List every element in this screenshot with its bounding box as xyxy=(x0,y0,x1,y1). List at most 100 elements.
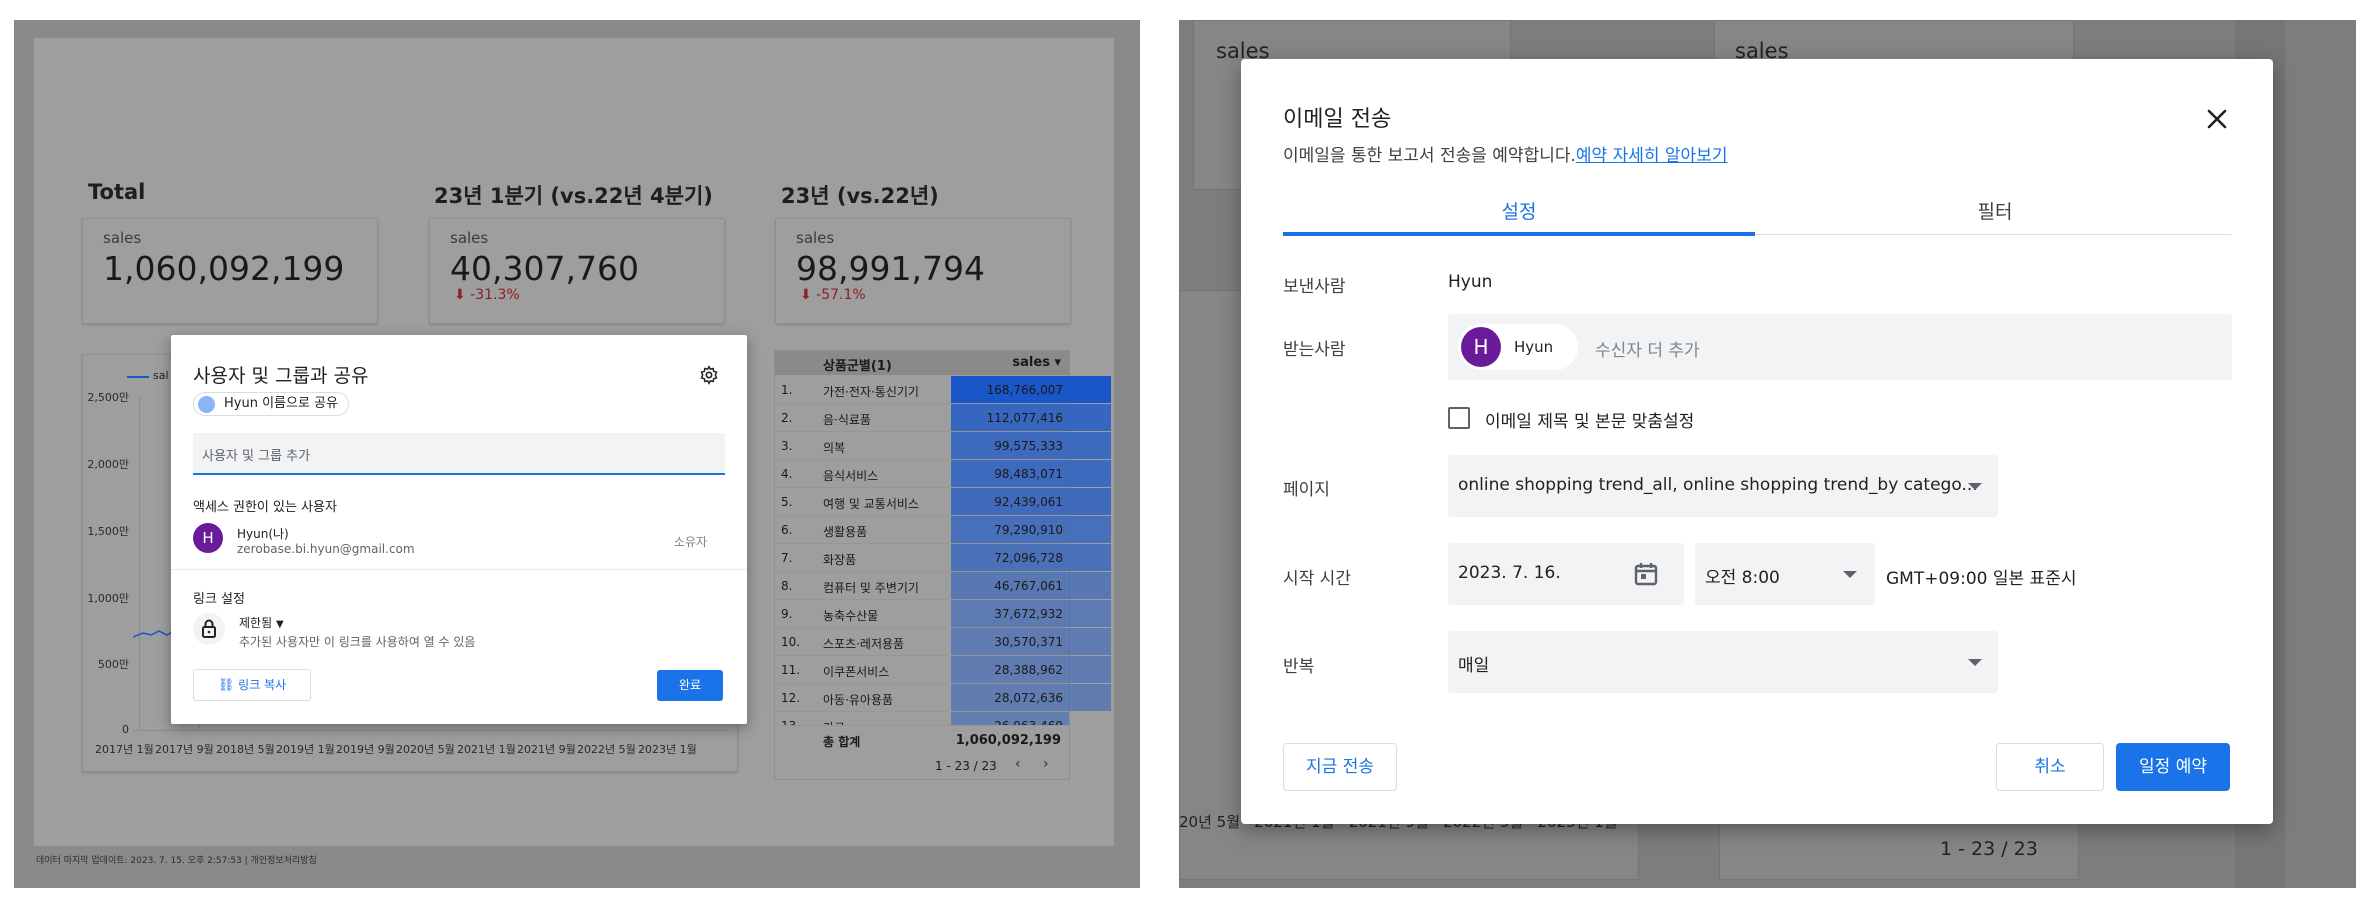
page-select[interactable]: online shopping trend_all, online shoppi… xyxy=(1448,455,1998,517)
row-number: 12. xyxy=(781,691,801,705)
kpi-heading-q1: 23년 1분기 (vs.22년 4분기) xyxy=(434,184,713,208)
row-category: 스포츠·레저용품 xyxy=(823,637,905,651)
y-tick: 2,500만 xyxy=(87,391,129,404)
repeat-label: 반복 xyxy=(1283,657,1315,677)
kpi-label: sales xyxy=(103,229,142,247)
row-number: 5. xyxy=(781,495,793,509)
kpi-heading-total: Total xyxy=(88,180,146,204)
row-value: 30,570,371 xyxy=(994,635,1063,649)
table-row[interactable]: 3. 의복 99,575,333 xyxy=(775,432,1111,460)
customize-email-checkbox[interactable] xyxy=(1448,407,1470,429)
tab-filter[interactable]: 필터 xyxy=(1759,197,2231,237)
recipient-name: Hyun xyxy=(1514,338,1554,356)
row-category: 음·식료품 xyxy=(823,413,871,427)
row-number: 13. xyxy=(781,719,801,726)
row-value: 112,077,416 xyxy=(986,411,1063,425)
category-sales-table[interactable]: 상품군별(1) sales ▾ 1. 가전·전자·통신기기 168,766,007 2… xyxy=(774,350,1111,780)
table-row[interactable]: 2. 음·식료품 112,077,416 xyxy=(775,404,1111,432)
left-report-view: Total 23년 1분기 (vs.22년 4분기) 23년 (vs.22년) … xyxy=(14,20,1140,888)
start-time-select[interactable]: 오전 8:00 xyxy=(1695,543,1875,605)
row-category: 여행 및 교통서비스 xyxy=(823,497,919,511)
table-header: 상품군별(1) sales ▾ xyxy=(775,351,1069,375)
y-tick: 0 xyxy=(122,723,129,736)
share-as-chip[interactable]: Hyun 이름으로 공유 xyxy=(193,392,349,416)
row-category: 이쿠폰서비스 xyxy=(823,665,890,679)
timezone-text: GMT+09:00 일본 표준시 xyxy=(1886,569,2077,589)
kpi-card-total[interactable]: sales 1,060,092,199 xyxy=(82,218,378,324)
table-row[interactable]: 8. 컴퓨터 및 주변기기 46,767,061 xyxy=(775,572,1111,600)
x-tick: 2019년 9월 xyxy=(336,743,395,756)
done-button[interactable]: 완료 xyxy=(657,670,723,701)
kpi-card-year[interactable]: sales 98,991,794 ⬇ -57.1% xyxy=(775,218,1071,324)
table-row[interactable]: 12. 아동·유아용품 28,072,636 xyxy=(775,684,1111,712)
share-dialog-title: 사용자 및 그룹과 공유 xyxy=(193,365,369,387)
prev-page-icon[interactable]: ‹ xyxy=(1015,756,1021,772)
recipient-chip[interactable]: H Hyun xyxy=(1458,324,1578,370)
email-dialog-title: 이메일 전송 xyxy=(1283,107,1392,132)
row-value: 28,388,962 xyxy=(994,663,1063,677)
recipient-label: 받는사람 xyxy=(1283,340,1346,360)
copy-link-button[interactable]: ⛓ 링크 복사 xyxy=(193,669,311,701)
link-restriction-dropdown[interactable]: 제한됨 ▼ xyxy=(239,614,284,631)
row-value: 37,672,932 xyxy=(994,607,1063,621)
recipient-field[interactable]: H Hyun 수신자 더 추가 xyxy=(1448,314,2232,380)
column-header-sales[interactable]: sales ▾ xyxy=(1012,355,1061,370)
grid-line xyxy=(139,395,140,731)
y-tick: 1,500만 xyxy=(87,525,129,538)
row-value: 168,766,007 xyxy=(986,383,1063,397)
recipient-avatar: H xyxy=(1461,327,1501,367)
x-tick: 2019년 1월 xyxy=(276,743,335,756)
page-label: 페이지 xyxy=(1283,480,1330,500)
start-date-field[interactable]: 2023. 7. 16. xyxy=(1448,543,1684,605)
table-row[interactable]: 7. 화장품 72,096,728 xyxy=(775,544,1111,572)
close-icon[interactable] xyxy=(2203,105,2231,133)
schedule-button[interactable]: 일정 예약 xyxy=(2116,743,2230,791)
kpi-card-q1[interactable]: sales 40,307,760 ⬇ -31.3% xyxy=(429,218,725,324)
tab-settings[interactable]: 설정 xyxy=(1283,197,1755,237)
calendar-icon[interactable] xyxy=(1632,560,1660,588)
chevron-down-icon xyxy=(1843,571,1857,578)
link-restriction-value: 제한됨 xyxy=(239,616,273,630)
subtitle-text: 이메일을 통한 보고서 전송을 예약합니다. xyxy=(1283,146,1576,166)
add-people-input[interactable]: 사용자 및 그룹 추가 xyxy=(193,433,725,475)
sender-label: 보낸사람 xyxy=(1283,277,1346,297)
kpi-value: 1,060,092,199 xyxy=(103,249,345,288)
learn-more-link[interactable]: 예약 자세히 알아보기 xyxy=(1576,146,1728,166)
row-value: 79,290,910 xyxy=(994,523,1063,537)
table-row[interactable]: 9. 농축수산물 37,672,932 xyxy=(775,600,1111,628)
link-settings-heading: 링크 설정 xyxy=(193,592,245,607)
share-as-label: Hyun 이름으로 공유 xyxy=(224,396,338,411)
page-select-value: online shopping trend_all, online shoppi… xyxy=(1458,475,1978,495)
lock-icon xyxy=(193,613,225,645)
x-tick: 2022년 5월 xyxy=(577,743,636,756)
customize-email-label: 이메일 제목 및 본문 맞춤설정 xyxy=(1485,412,1695,432)
link-restriction-description: 추가된 사용자만 이 링크를 사용하여 열 수 있음 xyxy=(239,635,476,649)
table-row[interactable]: 4. 음식서비스 98,483,071 xyxy=(775,460,1111,488)
kpi-label: sales xyxy=(796,229,835,247)
next-page-icon[interactable]: › xyxy=(1043,756,1049,772)
total-label: 총 합계 xyxy=(823,735,861,749)
table-row[interactable]: 5. 여행 및 교통서비스 92,439,061 xyxy=(775,488,1111,516)
table-row[interactable]: 10. 스포츠·레저용품 30,570,371 xyxy=(775,628,1111,656)
row-value: 98,483,071 xyxy=(994,467,1063,481)
kpi-heading-year: 23년 (vs.22년) xyxy=(781,184,939,208)
gear-icon[interactable] xyxy=(699,365,719,385)
row-value: 46,767,061 xyxy=(994,579,1063,593)
column-header-category[interactable]: 상품군별(1) xyxy=(823,355,892,374)
x-tick: 2017년 9월 xyxy=(155,743,214,756)
email-schedule-dialog: 이메일 전송 이메일을 통한 보고서 전송을 예약합니다.예약 자세히 알아보기… xyxy=(1241,59,2273,824)
table-row[interactable]: 1. 가전·전자·통신기기 168,766,007 xyxy=(775,376,1111,404)
total-value: 1,060,092,199 xyxy=(955,733,1061,748)
access-heading: 액세스 권한이 있는 사용자 xyxy=(193,500,337,515)
table-row[interactable]: 6. 생활용품 79,290,910 xyxy=(775,516,1111,544)
copy-link-label: 링크 복사 xyxy=(238,678,287,692)
row-number: 2. xyxy=(781,411,793,425)
send-now-button[interactable]: 지금 전송 xyxy=(1283,743,1397,791)
cancel-button[interactable]: 취소 xyxy=(1996,743,2104,791)
row-value: 26,963,469 xyxy=(994,719,1063,726)
add-recipient-input[interactable]: 수신자 더 추가 xyxy=(1595,336,1700,361)
repeat-select[interactable]: 매일 xyxy=(1448,631,1998,693)
row-category: 생활용품 xyxy=(823,525,868,539)
table-row[interactable]: 13. 가구 26,963,469 xyxy=(775,712,1069,726)
table-row[interactable]: 11. 이쿠폰서비스 28,388,962 xyxy=(775,656,1111,684)
